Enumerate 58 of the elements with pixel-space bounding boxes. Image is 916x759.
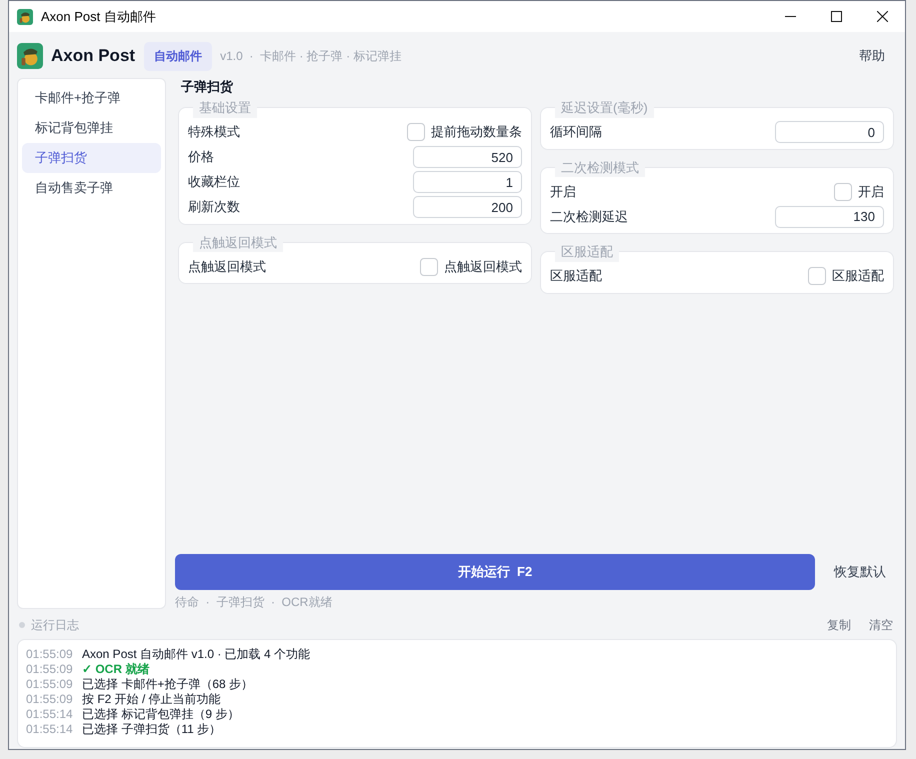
log-message: 按 F2 开始 / 停止当前功能: [82, 690, 221, 708]
window-title: Axon Post 自动邮件: [41, 8, 156, 26]
section-title: 子弹扫货: [181, 78, 234, 96]
number-field[interactable]: 1: [413, 171, 522, 193]
number-field[interactable]: 200: [413, 196, 522, 218]
sidebar-item[interactable]: 自动售卖子弹: [22, 173, 161, 203]
start-button[interactable]: 开始运行 F2: [175, 554, 815, 590]
app-icon: [17, 8, 33, 24]
log-time: 01:55:09: [26, 646, 74, 662]
checkbox-label: 点触返回模式: [444, 258, 522, 276]
field-label: 收藏栏位: [188, 173, 240, 192]
log-message: Axon Post 自动邮件 v1.0 · 已加载 4 个功能: [82, 646, 310, 662]
status-text: 待命 · 子弹扫货 · OCR就绪: [175, 595, 334, 609]
checkbox-label: 开启: [858, 182, 884, 201]
checkbox[interactable]: [834, 182, 852, 200]
checkbox-label: 提前拖动数量条: [431, 123, 522, 142]
reset-button[interactable]: 恢复默认: [834, 562, 886, 582]
log-time: 01:55:14: [26, 706, 74, 722]
number-field[interactable]: 0: [775, 121, 884, 143]
log-time: 01:55:09: [26, 690, 74, 708]
field-label: 价格: [188, 148, 214, 166]
log-message: ✓ OCR 就绪: [82, 660, 150, 678]
checkbox-label: 区服适配: [832, 267, 884, 286]
sidebar-item[interactable]: 卡邮件+抢子弹: [22, 83, 161, 113]
checkbox[interactable]: [407, 123, 425, 141]
log-time: 01:55:09: [26, 660, 74, 678]
field-label: 开启: [550, 182, 576, 201]
help-link[interactable]: 帮助: [859, 46, 885, 66]
log-time: 01:55:09: [26, 676, 74, 692]
field-label: 特殊模式: [188, 123, 240, 142]
log-action-button[interactable]: 清空: [869, 616, 893, 634]
field-label: 刷新次数: [188, 198, 240, 216]
maximize-icon: [830, 11, 842, 22]
log-action-button[interactable]: 复制: [827, 616, 851, 634]
checkbox[interactable]: [808, 267, 826, 285]
number-field[interactable]: 520: [413, 146, 522, 168]
log-time: 01:55:14: [26, 720, 74, 738]
app-logo-icon: [17, 43, 43, 69]
mode-tab[interactable]: 自动邮件: [144, 42, 212, 70]
log-message: 已选择 卡邮件+抢子弹（68 步）: [82, 676, 254, 692]
log-message: 已选择 子弹扫货（11 步）: [82, 720, 222, 738]
number-field[interactable]: 130: [775, 206, 884, 228]
field-label: 区服适配: [550, 267, 602, 286]
close-icon: [876, 11, 888, 22]
status-dot-icon: [19, 622, 25, 628]
log-title: 运行日志: [31, 617, 79, 634]
group-title: 基础设置: [193, 98, 257, 118]
log-message: 已选择 标记背包弹挂（9 步）: [82, 706, 240, 722]
app-name: Axon Post: [51, 45, 136, 68]
field-label: 点触返回模式: [188, 258, 266, 276]
sidebar-item[interactable]: 标记背包弹挂: [22, 113, 161, 143]
field-label: 循环间隔: [550, 123, 602, 142]
sidebar-item[interactable]: 子弹扫货: [22, 143, 161, 173]
version-subtitle: v1.0 · 卡邮件 · 抢子弹 · 标记弹挂: [220, 48, 402, 65]
group-title: 延迟设置(毫秒): [555, 98, 654, 118]
checkbox[interactable]: [420, 258, 438, 276]
group-title: 区服适配: [555, 242, 619, 262]
field-label: 二次检测延迟: [550, 208, 628, 226]
